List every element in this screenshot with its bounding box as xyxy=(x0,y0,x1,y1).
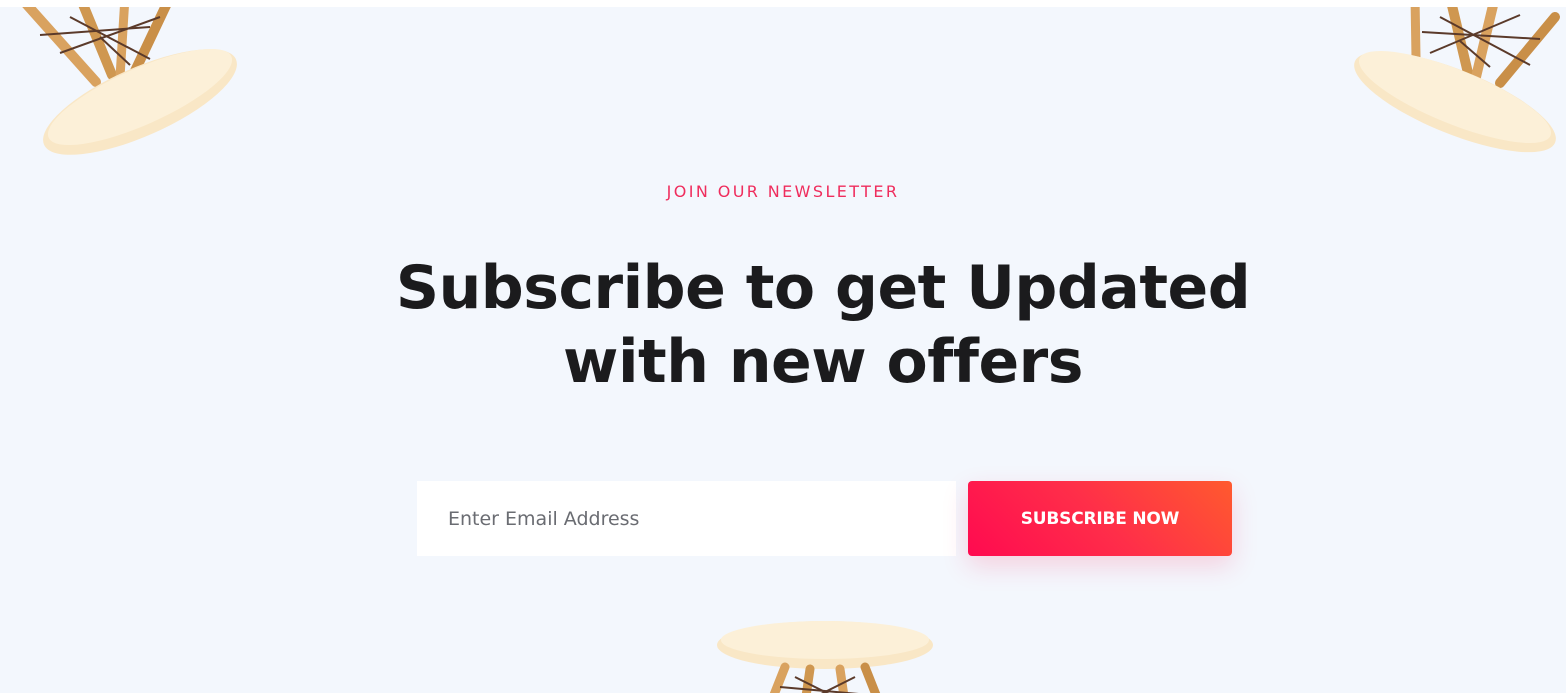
subscribe-button[interactable]: SUBSCRIBE NOW xyxy=(968,481,1232,556)
email-input[interactable] xyxy=(417,481,956,556)
stool-image-top-left xyxy=(22,7,237,155)
newsletter-section: JOIN OUR NEWSLETTER Subscribe to get Upd… xyxy=(0,7,1566,693)
stool-image-top-right xyxy=(1354,7,1560,153)
newsletter-headline: Subscribe to get Updated with new offers xyxy=(383,251,1263,399)
stool-seat-top xyxy=(721,621,929,659)
stool-legs xyxy=(769,662,881,693)
headline-line-1: Subscribe to get Updated xyxy=(395,253,1251,323)
headline-line-2: with new offers xyxy=(563,327,1083,397)
page: JOIN OUR NEWSLETTER Subscribe to get Upd… xyxy=(0,0,1566,693)
newsletter-eyebrow: JOIN OUR NEWSLETTER xyxy=(666,182,900,201)
stool-image-bottom-center xyxy=(717,621,933,693)
